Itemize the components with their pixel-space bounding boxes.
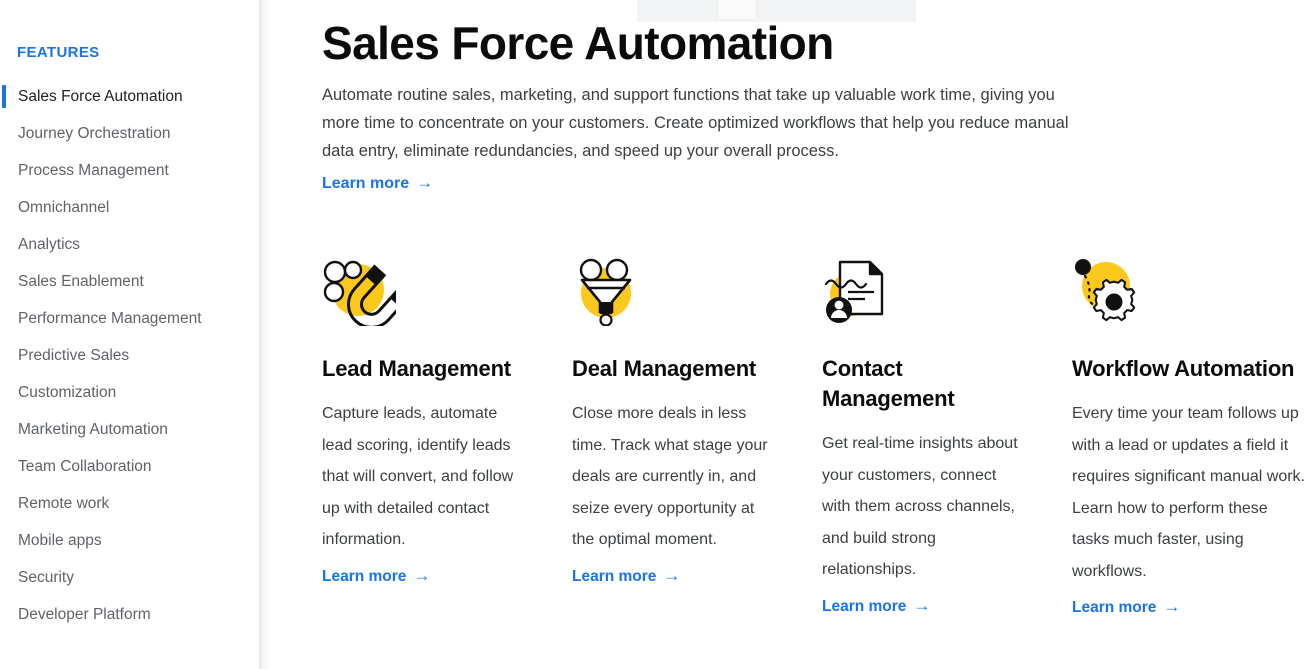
arrow-right-icon: → <box>913 595 931 615</box>
sidebar-item-remote-work[interactable]: Remote work <box>0 485 259 522</box>
gear-workflow-icon <box>1072 258 1146 326</box>
card-learn-more-label: Learn more <box>822 597 907 615</box>
feature-card: Contact Management Get real-time insights… <box>822 258 1072 617</box>
page-title: Sales Force Automation <box>322 17 834 69</box>
sidebar-item-team-collaboration[interactable]: Team Collaboration <box>0 448 259 485</box>
sidebar-item-label: Process Management <box>18 161 169 179</box>
sidebar-item-performance-management[interactable]: Performance Management <box>0 300 259 337</box>
sidebar-heading: FEATURES <box>17 44 100 61</box>
funnel-icon <box>572 258 646 327</box>
sidebar-item-label: Analytics <box>18 235 81 253</box>
sidebar-item-omnichannel[interactable]: Omnichannel <box>0 189 259 226</box>
sidebar-item-label: Sales Force Automation <box>18 87 183 105</box>
sidebar-item-label: Customization <box>18 383 117 401</box>
card-learn-more-link[interactable]: Learn more → <box>572 566 680 586</box>
sidebar-item-label: Sales Enablement <box>18 272 144 290</box>
sidebar-item-label: Predictive Sales <box>18 346 130 364</box>
sidebar-nav-list: Sales Force Automation Journey Orchestrat… <box>0 78 259 633</box>
card-title: Workflow Automation <box>1072 356 1295 381</box>
sidebar-item-sales-force-automation[interactable]: Sales Force Automation <box>0 78 259 115</box>
intro-paragraph: Automate routine sales, marketing, and s… <box>322 86 1069 160</box>
card-title: Deal Management <box>572 356 757 381</box>
sidebar-item-label: Developer Platform <box>18 605 151 623</box>
sidebar-item-process-management[interactable]: Process Management <box>0 152 259 189</box>
feature-card: Deal Management Close more deals in less … <box>572 258 822 617</box>
sidebar-item-analytics[interactable]: Analytics <box>0 226 259 263</box>
sidebar-item-label: Omnichannel <box>18 198 110 216</box>
card-body: Every time your team follows up with a l… <box>1072 405 1305 580</box>
contact-document-icon <box>822 258 896 326</box>
arrow-right-icon: → <box>663 565 681 585</box>
sidebar-item-mobile-apps[interactable]: Mobile apps <box>0 522 259 559</box>
features-sidebar: FEATURES Sales Force Automation Journey O… <box>0 0 259 669</box>
sidebar-item-label: Performance Management <box>18 309 202 327</box>
sidebar-item-customization[interactable]: Customization <box>0 374 259 411</box>
sidebar-item-sales-enablement[interactable]: Sales Enablement <box>0 263 259 300</box>
sidebar-item-security[interactable]: Security <box>0 559 259 596</box>
sidebar-item-marketing-automation[interactable]: Marketing Automation <box>0 411 259 448</box>
card-learn-more-link[interactable]: Learn more → <box>1072 597 1180 617</box>
main-content: Sales Force Automation Automate routine … <box>322 0 1308 669</box>
card-learn-more-label: Learn more <box>1072 599 1157 616</box>
sidebar-item-label: Team Collaboration <box>18 457 152 475</box>
sidebar-item-label: Marketing Automation <box>18 420 168 438</box>
sidebar-edge-shadow <box>259 0 273 669</box>
sidebar-item-developer-platform[interactable]: Developer Platform <box>0 596 259 633</box>
intro-learn-more-link[interactable]: Learn more → <box>322 173 433 193</box>
card-title: Contact Management <box>822 356 955 411</box>
feature-cards: Lead Management Capture leads, automate l… <box>322 258 1308 617</box>
card-body: Capture leads, automate lead scoring, id… <box>322 405 514 548</box>
arrow-right-icon: → <box>416 173 434 192</box>
card-learn-more-link[interactable]: Learn more → <box>322 566 430 586</box>
card-body: Close more deals in less time. Track wha… <box>572 405 768 548</box>
magnet-icon <box>322 258 411 329</box>
card-learn-more-label: Learn more <box>572 567 657 585</box>
feature-card: Workflow Automation Every time your team … <box>1072 258 1308 617</box>
card-body: Get real-time insights about your custom… <box>822 435 1018 578</box>
card-learn-more-label: Learn more <box>322 567 407 585</box>
intro-learn-more-label: Learn more <box>322 175 410 192</box>
card-title: Lead Management <box>322 356 511 381</box>
sidebar-item-label: Remote work <box>18 494 110 512</box>
sidebar-item-predictive-sales[interactable]: Predictive Sales <box>0 337 259 374</box>
sidebar-item-label: Mobile apps <box>18 531 102 549</box>
sidebar-item-label: Security <box>18 568 74 586</box>
feature-card: Lead Management Capture leads, automate l… <box>322 258 572 617</box>
features-page: FEATURES Sales Force Automation Journey O… <box>0 0 1308 669</box>
sidebar-item-journey-orchestration[interactable]: Journey Orchestration <box>0 115 259 152</box>
arrow-right-icon: → <box>1163 597 1181 616</box>
arrow-right-icon: → <box>413 565 431 585</box>
sidebar-item-label: Journey Orchestration <box>18 124 171 142</box>
card-learn-more-link[interactable]: Learn more → <box>822 596 930 616</box>
